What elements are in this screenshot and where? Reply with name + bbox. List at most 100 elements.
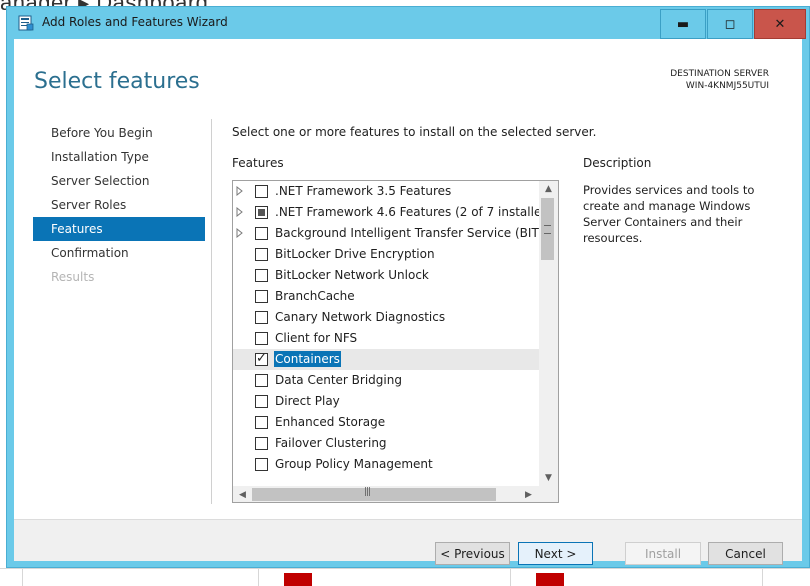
feature-row[interactable]: Data Center Bridging	[233, 370, 539, 391]
destination-server-label: DESTINATION SERVER	[670, 69, 769, 79]
feature-checkbox[interactable]	[255, 332, 268, 345]
nav-item-before-you-begin[interactable]: Before You Begin	[33, 121, 205, 145]
scroll-up-button[interactable]: ▲	[540, 181, 557, 197]
description-text: Provides services and tools to create an…	[583, 183, 755, 245]
next-button[interactable]: Next >	[518, 542, 593, 565]
feature-label: .NET Framework 3.5 Features	[275, 184, 452, 198]
expand-arrow-icon[interactable]	[236, 186, 244, 196]
feature-row[interactable]: BranchCache	[233, 286, 539, 307]
feature-label: Group Policy Management	[275, 457, 433, 471]
feature-checkbox[interactable]	[255, 227, 268, 240]
nav-item-installation-type[interactable]: Installation Type	[33, 145, 205, 169]
feature-row[interactable]: Direct Play	[233, 391, 539, 412]
feature-label: BitLocker Network Unlock	[275, 268, 429, 282]
feature-row[interactable]: .NET Framework 3.5 Features	[233, 181, 539, 202]
feature-checkbox[interactable]	[255, 290, 268, 303]
window-title: Add Roles and Features Wizard	[42, 15, 228, 29]
feature-checkbox[interactable]	[255, 248, 268, 261]
vertical-scrollbar[interactable]: ▲ ▼	[539, 181, 558, 486]
wizard-nav: Before You Begin Installation Type Serve…	[33, 121, 205, 289]
background-divider	[510, 569, 511, 586]
expand-arrow-icon[interactable]	[236, 207, 244, 217]
maximize-button[interactable]: ◻	[707, 9, 753, 39]
nav-item-features[interactable]: Features	[33, 217, 205, 241]
feature-checkbox[interactable]	[255, 311, 268, 324]
nav-item-confirmation[interactable]: Confirmation	[33, 241, 205, 265]
chevron-left-icon: ◀	[239, 490, 246, 500]
chevron-up-icon: ▲	[545, 184, 552, 194]
title-bar[interactable]: Add Roles and Features Wizard ▬ ◻ ✕	[7, 7, 809, 39]
destination-server-name: WIN-4KNMJ55UTUI	[685, 81, 769, 91]
scrollbar-corner	[539, 486, 558, 502]
feature-checkbox[interactable]	[255, 185, 268, 198]
feature-label: BitLocker Drive Encryption	[275, 247, 435, 261]
wizard-footer: < Previous Next > Install Cancel	[14, 519, 802, 565]
feature-row[interactable]: Failover Clustering	[233, 433, 539, 454]
feature-label: Background Intelligent Transfer Service …	[275, 226, 539, 240]
background-status-tile	[536, 573, 564, 586]
background-divider	[762, 569, 763, 586]
cancel-button[interactable]: Cancel	[708, 542, 783, 565]
feature-label: Containers	[274, 351, 341, 367]
maximize-icon: ◻	[724, 16, 736, 32]
feature-label: Failover Clustering	[275, 436, 387, 450]
wizard-app-icon	[18, 15, 34, 31]
feature-checkbox[interactable]	[255, 437, 268, 450]
feature-label: .NET Framework 4.6 Features (2 of 7 inst…	[275, 205, 539, 219]
nav-divider	[211, 119, 212, 504]
background-window-bottom	[0, 568, 810, 586]
background-status-tile	[284, 573, 312, 586]
scroll-down-button[interactable]: ▼	[540, 470, 557, 486]
feature-checkbox[interactable]	[255, 416, 268, 429]
features-heading: Features	[232, 156, 284, 170]
features-list-rows: .NET Framework 3.5 Features .NET Framewor…	[233, 181, 539, 486]
feature-row[interactable]: Enhanced Storage	[233, 412, 539, 433]
close-button[interactable]: ✕	[754, 9, 806, 39]
wizard-window: Add Roles and Features Wizard ▬ ◻ ✕ Sele…	[6, 6, 810, 568]
feature-checkbox[interactable]	[255, 351, 268, 366]
feature-row[interactable]: Containers	[233, 349, 539, 370]
previous-button[interactable]: < Previous	[435, 542, 510, 565]
instructions-text: Select one or more features to install o…	[232, 125, 597, 139]
minimize-icon: ▬	[676, 16, 690, 32]
features-list: .NET Framework 3.5 Features .NET Framewor…	[232, 180, 559, 503]
feature-checkbox[interactable]	[255, 374, 268, 387]
feature-row[interactable]: .NET Framework 4.6 Features (2 of 7 inst…	[233, 202, 539, 223]
feature-row[interactable]: Client for NFS	[233, 328, 539, 349]
nav-item-results: Results	[51, 270, 95, 284]
feature-label: Canary Network Diagnostics	[275, 310, 446, 324]
feature-label: Data Center Bridging	[275, 373, 402, 387]
background-divider	[258, 569, 259, 586]
minimize-button[interactable]: ▬	[660, 9, 706, 39]
destination-server: DESTINATION SERVER WIN-4KNMJ55UTUI	[670, 68, 769, 92]
horizontal-scrollbar[interactable]: ◀ ▶	[233, 486, 539, 502]
background-divider	[22, 569, 23, 586]
feature-row[interactable]: Group Policy Management	[233, 454, 539, 475]
close-icon: ✕	[774, 16, 786, 32]
wizard-content: Select features DESTINATION SERVER WIN-4…	[14, 39, 802, 565]
feature-label: Enhanced Storage	[275, 415, 386, 429]
chevron-right-icon: ▶	[525, 490, 532, 500]
nav-item-server-selection[interactable]: Server Selection	[33, 169, 205, 193]
feature-checkbox[interactable]	[255, 206, 268, 219]
feature-row[interactable]: BitLocker Network Unlock	[233, 265, 539, 286]
horizontal-scroll-thumb[interactable]	[252, 487, 496, 501]
feature-row[interactable]: Canary Network Diagnostics	[233, 307, 539, 328]
vertical-scroll-thumb[interactable]	[541, 198, 554, 260]
description-heading: Description	[583, 156, 652, 170]
feature-row[interactable]: Background Intelligent Transfer Service …	[233, 223, 539, 244]
feature-checkbox[interactable]	[255, 395, 268, 408]
feature-label: BranchCache	[275, 289, 355, 303]
install-button: Install	[625, 542, 701, 565]
feature-checkbox[interactable]	[255, 458, 268, 471]
chevron-down-icon: ▼	[545, 473, 552, 483]
feature-checkbox[interactable]	[255, 269, 268, 282]
scroll-left-button[interactable]: ◀	[234, 487, 251, 502]
expand-arrow-icon[interactable]	[236, 228, 244, 238]
page-title: Select features	[34, 69, 200, 94]
feature-row[interactable]: BitLocker Drive Encryption	[233, 244, 539, 265]
nav-item-server-roles[interactable]: Server Roles	[33, 193, 205, 217]
scroll-right-button[interactable]: ▶	[520, 487, 537, 502]
feature-label: Direct Play	[275, 394, 340, 408]
feature-label: Client for NFS	[275, 331, 358, 345]
